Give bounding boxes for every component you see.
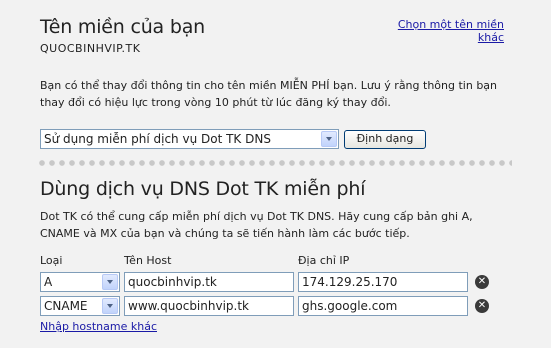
column-type-label: Loại (40, 254, 63, 267)
record-type-select[interactable]: CNAME (40, 296, 120, 316)
delete-circle-icon[interactable]: ✕ (475, 299, 489, 313)
host-input[interactable]: www.quocbinhvip.tk (124, 296, 294, 316)
delete-circle-icon[interactable]: ✕ (475, 275, 489, 289)
column-host-label: Tên Host (124, 254, 172, 267)
chevron-down-icon[interactable] (102, 274, 118, 290)
chevron-down-icon[interactable] (102, 298, 118, 314)
column-ip-label: Địa chỉ IP (298, 254, 350, 267)
configure-button[interactable]: Định dạng (344, 130, 426, 149)
domain-description: Bạn có thể thay đổi thông tin cho tên mi… (40, 79, 498, 109)
dns-service-select-value: Sử dụng miễn phí dịch vụ Dot TK DNS (44, 132, 271, 146)
domain-name: QUOCBINHVIP.TK (40, 42, 141, 55)
dns-service-select[interactable]: Sử dụng miễn phí dịch vụ Dot TK DNS (40, 129, 339, 149)
domain-section-title: Tên miền của bạn (40, 16, 205, 38)
dns-description: Dot TK có thể cung cấp miễn phí dịch vụ … (40, 210, 473, 240)
chevron-down-icon[interactable] (321, 131, 337, 147)
record-type-value: CNAME (44, 299, 88, 313)
dotted-divider (37, 160, 512, 166)
record-type-select[interactable]: A (40, 272, 120, 292)
host-input[interactable]: quocbinhvip.tk (124, 272, 294, 292)
add-hostname-link[interactable]: Nhập hostname khác (40, 320, 157, 333)
choose-other-domain-link[interactable]: Chọn một tên miền khác (380, 18, 504, 44)
dns-section-title: Dùng dịch vụ DNS Dot TK miễn phí (40, 178, 366, 200)
ip-input[interactable]: ghs.google.com (298, 296, 468, 316)
ip-input[interactable]: 174.129.25.170 (298, 272, 468, 292)
record-type-value: A (44, 275, 53, 289)
